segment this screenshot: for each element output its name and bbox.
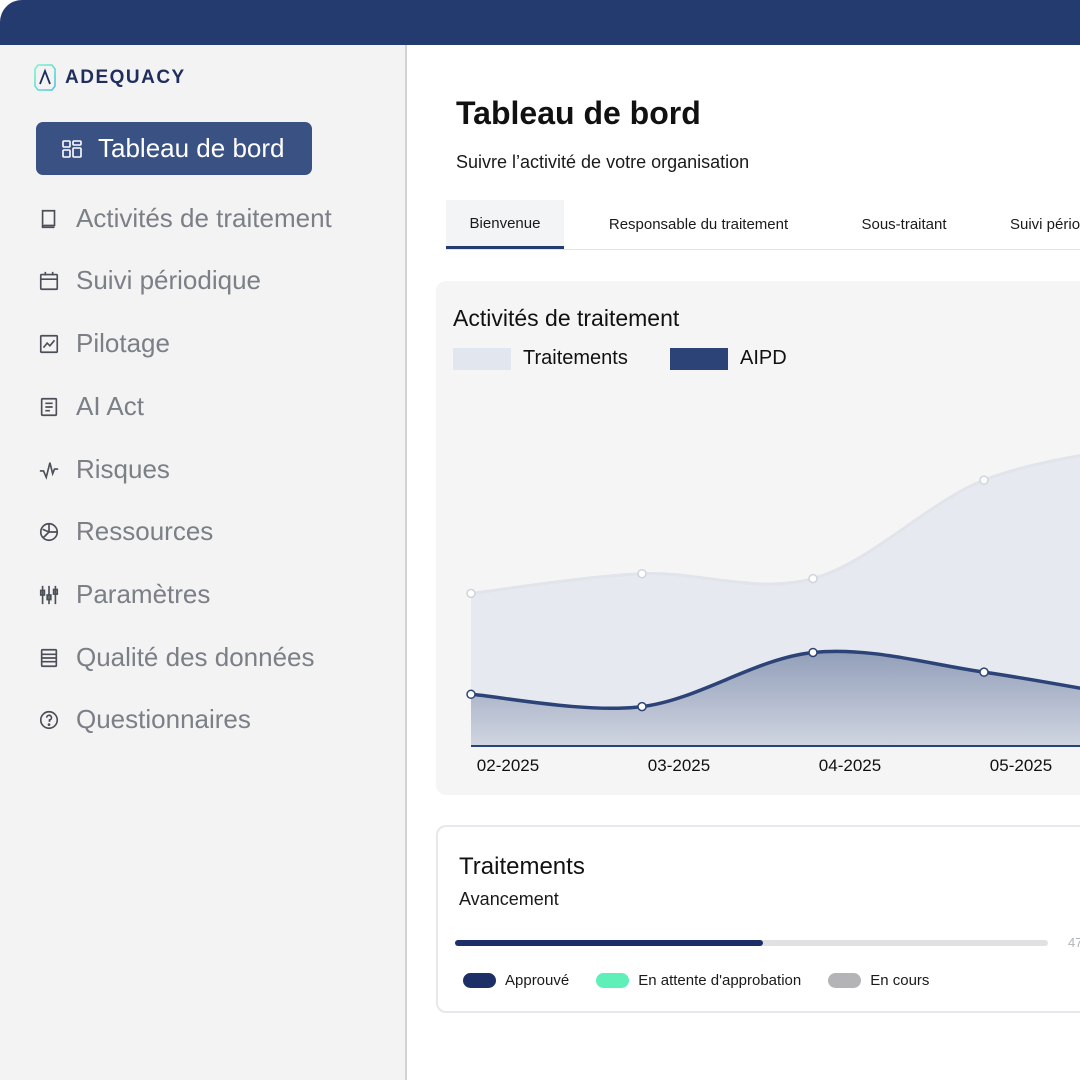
top-bar [0,0,1080,45]
x-tick-label: 05-2025 [990,756,1052,775]
x-tick-label: 03-2025 [648,756,710,775]
status-en-attente: En attente d'approbation [596,972,801,989]
sidebar-item-parametres[interactable]: Paramètres [38,579,210,610]
sidebar-item-label: Paramètres [76,579,211,609]
page-subtitle: Suivre l’activité de votre organisation [456,152,750,172]
status-pill [828,973,862,988]
brand-name: ADEQUACY [65,66,186,88]
point-traitements[interactable] [979,475,989,485]
sidebar-item-label: Suivi périodique [76,265,262,295]
x-tick-label: 04-2025 [819,756,881,775]
chart-line-icon [39,334,59,353]
logo[interactable]: ADEQUACY [33,63,186,92]
list-icon [40,648,58,667]
book-icon [41,209,56,228]
sidebar-item-label: Tableau de bord [98,133,285,163]
sidebar-item-label: Questionnaires [76,704,251,734]
sidebar-item-ai-act[interactable]: AI Act [38,391,144,422]
progress-track [455,940,1048,946]
point-aipd[interactable] [979,667,989,677]
sidebar-item-tableau-de-bord[interactable]: Tableau de bord [36,122,312,175]
tab-bienvenue[interactable]: Bienvenue [446,200,564,249]
progress-value: 47 [1068,935,1080,950]
point-aipd[interactable] [466,689,476,700]
status-label: En cours [870,972,930,989]
tab-sous-traitant[interactable]: Sous-traitant [846,200,962,249]
sidebar-item-label: Qualité des données [76,642,315,672]
point-aipd[interactable] [808,647,818,658]
sidebar-item-pilotage[interactable]: Pilotage [38,328,170,359]
traitements-card: Traitements Avancement 47 Approuvé En at… [436,825,1080,1013]
resources-icon [39,522,59,541]
sliders-icon [39,585,59,604]
traitements-title: Traitements [459,853,585,880]
pulse-icon [39,461,59,480]
tab-responsable[interactable]: Responsable du traitement [586,200,811,249]
activity-area-chart: 02-2025 03-2025 04-2025 05-2025 [466,454,1080,775]
sidebar-item-risques[interactable]: Risques [38,454,170,485]
app-window: ADEQUACY Tableau de bord Activités de tr… [0,0,1080,1080]
activity-chart-card: Activités de traitement Traitements AIPD… [436,281,1080,795]
status-approuve: Approuvé [463,972,569,989]
traitements-subtitle: Avancement [459,889,559,909]
sidebar-item-ressources[interactable]: Ressources [38,516,213,547]
progress-fill [455,940,764,946]
tab-bar: Bienvenue Responsable du traitement Sous… [446,200,1080,250]
adequacy-logo-icon [34,64,56,91]
help-circle-icon [39,710,59,729]
main-content: Tableau de bord Suivre l’activité de vot… [409,45,1080,1080]
sidebar-item-suivi[interactable]: Suivi périodique [38,265,261,296]
sidebar-item-questionnaires[interactable]: Questionnaires [38,704,251,735]
page-title: Tableau de bord [456,95,701,131]
status-legend: Approuvé En attente d'approbation En cou… [463,972,956,989]
calendar-icon [39,271,59,290]
document-icon [40,397,58,416]
point-traitements[interactable] [808,573,818,584]
sidebar-item-label: Pilotage [76,328,170,358]
sidebar-item-label: Activités de traitement [76,203,332,233]
sidebar-item-label: AI Act [76,391,144,421]
sidebar-item-label: Ressources [76,516,214,546]
sidebar-item-qualite[interactable]: Qualité des données [38,642,315,673]
status-pill [463,973,496,988]
x-tick-label: 02-2025 [477,756,539,775]
status-en-cours: En cours [828,972,929,989]
point-traitements[interactable] [637,568,647,579]
status-label: En attente d'approbation [638,972,802,989]
dashboard-icon [62,139,82,158]
point-aipd[interactable] [637,701,647,712]
sidebar: ADEQUACY Tableau de bord Activités de tr… [0,45,407,1080]
sidebar-item-label: Risques [76,454,170,484]
status-label: Approuvé [505,972,570,989]
point-traitements[interactable] [466,588,476,599]
sidebar-item-activites[interactable]: Activités de traitement [38,203,332,234]
tab-suivi-periodique[interactable]: Suivi pério [1006,200,1080,249]
status-pill [596,973,630,988]
